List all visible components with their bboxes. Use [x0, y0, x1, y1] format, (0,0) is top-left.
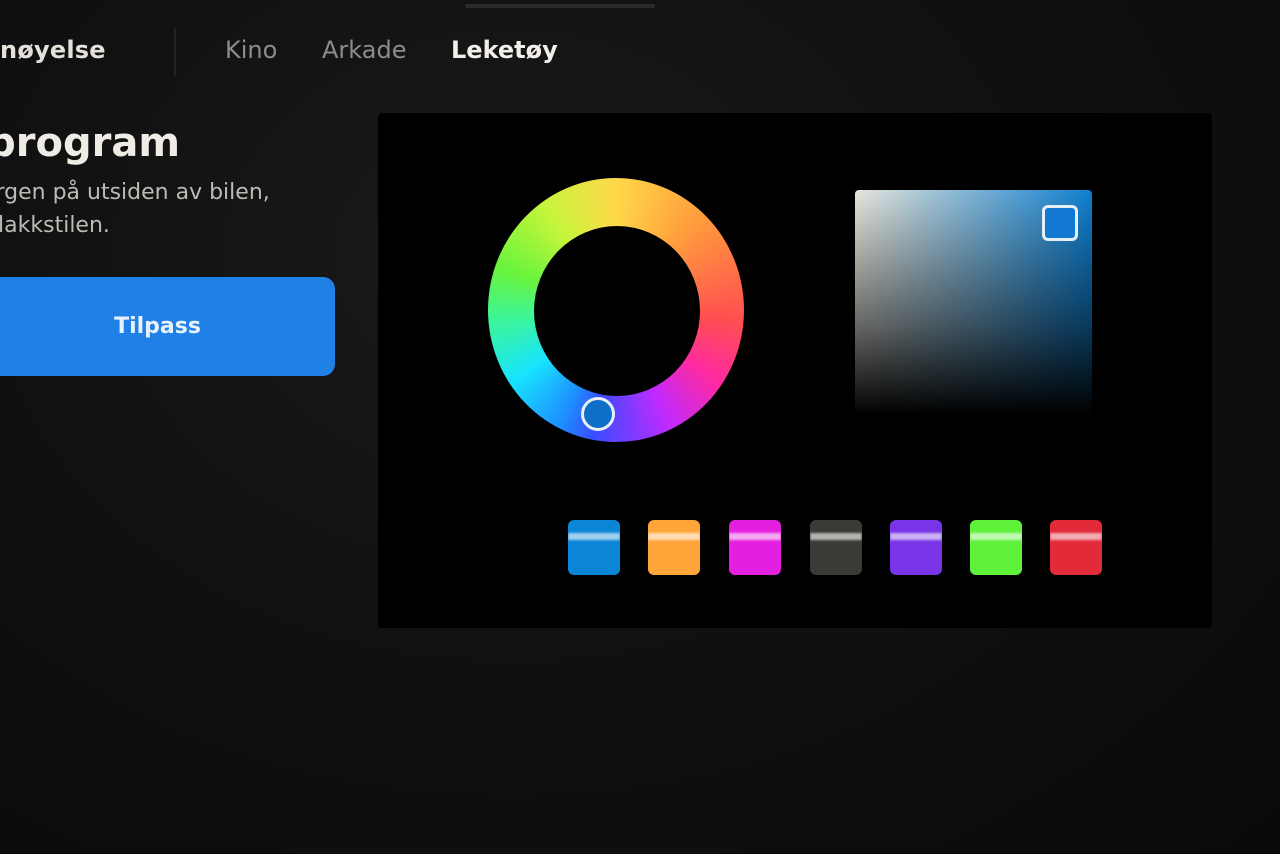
swatch-dark-gray[interactable] — [810, 520, 862, 575]
description-line-1: argen på utsiden av bilen, — [0, 180, 270, 205]
saturation-brightness-handle[interactable] — [1042, 205, 1078, 241]
hue-wheel-center — [534, 226, 700, 396]
page-description: argen på utsiden av bilen, r lakkstilen. — [0, 176, 270, 242]
top-nav: rnøyelse Kino Arkade Leketøy — [0, 22, 700, 82]
swatch-shine — [648, 533, 700, 540]
nav-section-title: rnøyelse — [0, 36, 106, 64]
hue-wheel-handle[interactable] — [581, 397, 615, 431]
swatch-green[interactable] — [970, 520, 1022, 575]
customize-button[interactable]: Tilpass — [0, 277, 335, 376]
swatch-shine — [890, 533, 942, 540]
swatch-shine — [568, 533, 620, 540]
swatch-magenta[interactable] — [729, 520, 781, 575]
swatch-orange[interactable] — [648, 520, 700, 575]
hue-wheel[interactable] — [488, 178, 744, 442]
top-notch — [465, 4, 655, 8]
swatch-shine — [729, 533, 781, 540]
tab-arkade[interactable]: Arkade — [322, 36, 406, 64]
swatch-shine — [970, 533, 1022, 540]
swatch-shine — [1050, 533, 1102, 540]
swatch-purple[interactable] — [890, 520, 942, 575]
swatch-red[interactable] — [1050, 520, 1102, 575]
color-picker-panel — [378, 113, 1212, 628]
page-title: eprogram — [0, 120, 180, 166]
swatch-shine — [810, 533, 862, 540]
tab-leketoy[interactable]: Leketøy — [451, 36, 558, 64]
nav-divider — [174, 28, 176, 76]
tab-kino[interactable]: Kino — [225, 36, 277, 64]
description-line-2: r lakkstilen. — [0, 213, 110, 238]
screen: rnøyelse Kino Arkade Leketøy eprogram ar… — [0, 0, 1280, 854]
swatch-blue[interactable] — [568, 520, 620, 575]
color-swatches — [568, 520, 1108, 576]
